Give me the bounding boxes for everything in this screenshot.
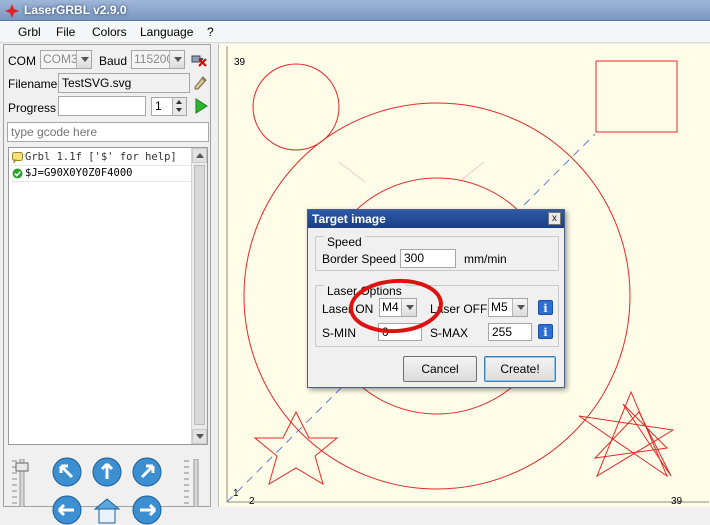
- smax-label: S-MAX: [430, 326, 469, 340]
- smax-input[interactable]: 255: [488, 323, 532, 341]
- border-speed-input[interactable]: 300: [400, 249, 456, 268]
- chevron-down-icon: [169, 51, 184, 68]
- info-icon[interactable]: i: [538, 300, 553, 315]
- drawing-circle-small: [252, 63, 340, 151]
- hidden-guide: [338, 161, 485, 183]
- smin-input[interactable]: 0: [378, 323, 422, 341]
- menu-grbl[interactable]: Grbl: [18, 25, 41, 39]
- console-line-text: Grbl 1.1f ['$' for help]: [25, 151, 177, 163]
- speed-group: Speed Border Speed 300 mm/min: [315, 235, 559, 271]
- title-bar: LaserGRBL v2.9.0: [0, 0, 710, 21]
- speed-slider[interactable]: [8, 459, 36, 507]
- close-icon[interactable]: x: [548, 212, 561, 225]
- baud-rate-select[interactable]: 115200: [131, 50, 185, 69]
- scroll-up-icon[interactable]: [192, 148, 207, 163]
- filename-label: Filename: [8, 77, 58, 91]
- dialog-title: Target image: [308, 210, 564, 228]
- cancel-button[interactable]: Cancel: [403, 356, 477, 382]
- gcode-input[interactable]: [7, 122, 209, 142]
- baud-rate-value: 115200: [134, 52, 174, 66]
- progress-label: Progress: [8, 101, 57, 115]
- x-axis-left-label: 2: [249, 496, 255, 507]
- scroll-down-icon[interactable]: [192, 429, 207, 444]
- com-label: COM: [8, 54, 36, 68]
- info-bubble-icon: [12, 152, 23, 163]
- passes-stepper[interactable]: 1: [151, 97, 187, 116]
- console-line: Grbl 1.1f ['$' for help]: [11, 150, 193, 166]
- menu-help[interactable]: ?: [207, 25, 214, 39]
- baud-label: Baud: [99, 54, 128, 68]
- menu-bar: Grbl File Colors Language ?: [0, 21, 710, 43]
- laser-off-value: M5: [491, 300, 508, 314]
- y-axis-top-label: 39: [234, 57, 246, 68]
- window-title: LaserGRBL v2.9.0: [24, 3, 127, 17]
- info-icon[interactable]: i: [538, 324, 553, 339]
- create-button[interactable]: Create!: [484, 356, 556, 382]
- drawing-star: [253, 410, 339, 486]
- console-line-text: $J=G90X0Y0Z0F4000: [25, 167, 133, 179]
- laser-off-select[interactable]: M5: [488, 298, 528, 317]
- x-axis-right-label: 39: [671, 496, 683, 507]
- border-speed-label: Border Speed: [322, 252, 397, 266]
- drawing-pentagram-inner: [593, 403, 672, 477]
- speed-group-title: Speed: [324, 235, 365, 249]
- check-ok-icon: [12, 168, 23, 179]
- control-panel: COM COM3 Baud 115200 Filename TestSVG.sv…: [3, 44, 211, 525]
- chevron-down-icon: [512, 299, 527, 316]
- y-axis-bottom-label: 1: [233, 488, 239, 499]
- menu-colors[interactable]: Colors: [92, 25, 127, 39]
- step-slider[interactable]: [182, 459, 210, 507]
- chevron-down-icon: [76, 51, 91, 68]
- connect-icon[interactable]: [190, 50, 208, 68]
- progress-bar: [58, 96, 146, 116]
- speed-unit-label: mm/min: [464, 252, 507, 266]
- open-file-icon[interactable]: [192, 74, 209, 91]
- passes-value: 1: [155, 99, 162, 113]
- console-log: Grbl 1.1f ['$' for help] $J=G90X0Y0Z0F40…: [8, 147, 208, 445]
- menu-language[interactable]: Language: [140, 25, 193, 39]
- drawing-pentagram: [578, 390, 675, 478]
- console-line: $J=G90X0Y0Z0F4000: [11, 166, 193, 182]
- jog-up-right-icon[interactable]: [132, 457, 162, 487]
- target-image-dialog: Target image x Speed Border Speed 300 mm…: [307, 209, 565, 388]
- console-scrollbar[interactable]: [191, 148, 207, 444]
- jog-up-icon[interactable]: [92, 457, 122, 487]
- stepper-down-icon[interactable]: [172, 106, 186, 115]
- laser-off-label: Laser OFF: [430, 302, 488, 316]
- laser-options-group: Laser Options Laser ON M4 Laser OFF M5 i…: [315, 284, 559, 347]
- laser-on-value: M4: [382, 300, 399, 314]
- menu-file[interactable]: File: [56, 25, 75, 39]
- laser-app-icon: [5, 4, 19, 18]
- chevron-down-icon: [401, 299, 416, 316]
- com-port-value: COM3: [43, 52, 78, 66]
- filename-field: TestSVG.svg: [58, 73, 190, 93]
- run-play-icon[interactable]: [194, 98, 208, 114]
- jog-up-left-icon[interactable]: [52, 457, 82, 487]
- jog-home-icon[interactable]: [92, 495, 122, 525]
- laser-options-title: Laser Options: [324, 284, 405, 298]
- drawing-square: [595, 60, 678, 133]
- laser-on-label: Laser ON: [322, 302, 374, 316]
- jog-left-icon[interactable]: [52, 495, 82, 525]
- laser-on-select[interactable]: M4: [379, 298, 417, 317]
- smin-label: S-MIN: [322, 326, 356, 340]
- jog-right-icon[interactable]: [132, 495, 162, 525]
- com-port-select[interactable]: COM3: [40, 50, 92, 69]
- scroll-thumb[interactable]: [194, 165, 205, 425]
